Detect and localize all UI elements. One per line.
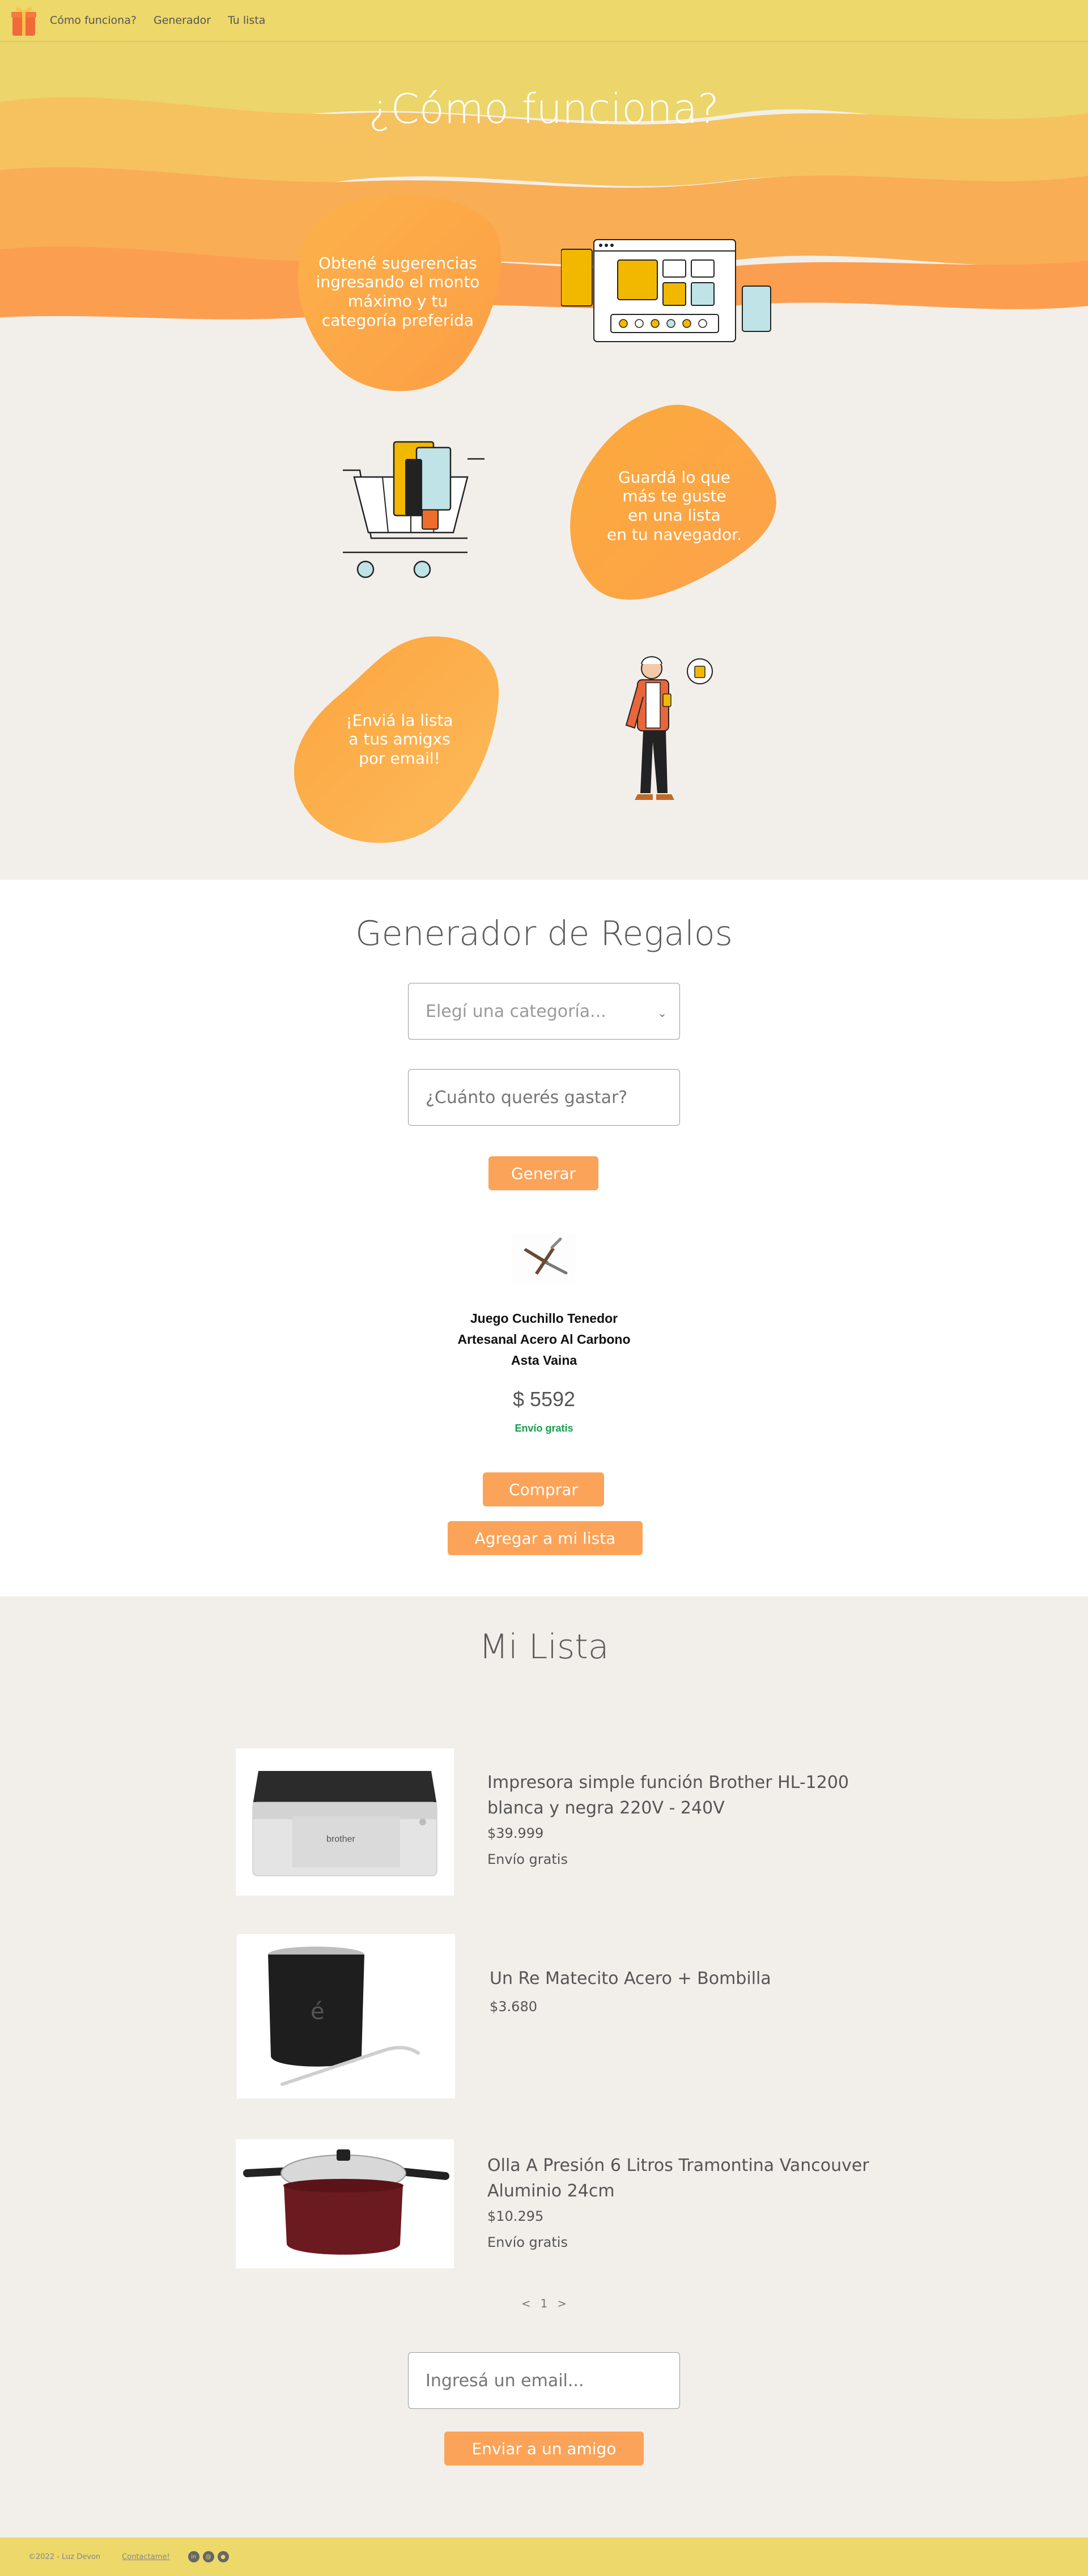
shopping-browser-illustration [561,239,771,342]
add-to-list-button[interactable]: Agregar a mi lista [448,1521,643,1555]
generate-button[interactable]: Generar [488,1156,598,1190]
pager-prev-button[interactable]: < [521,2297,531,2310]
nav-link-generador[interactable]: Generador [154,14,211,27]
step-3-line: ¡Enviá la lista [346,710,453,730]
nav-link-tu-lista[interactable]: Tu lista [228,14,265,27]
amount-input[interactable] [426,1087,652,1108]
amount-field[interactable] [408,1069,680,1126]
mate-image: é [237,1934,455,2098]
step-2-line: en tu navegador. [607,525,742,544]
step-1-line: ingresando el monto [316,272,480,292]
printer-image: brother [236,1748,454,1896]
pager-next-button[interactable]: > [557,2297,567,2310]
pagination: < 1 > [521,2297,567,2310]
product-name-line: Asta Vaina [511,1352,577,1368]
category-select-value: Elegí una categoría... [426,1001,606,1021]
nav-link-como-funciona[interactable]: Cómo funciona? [50,14,137,27]
list-item-name: Impresora simple función Brother HL-1200… [487,1770,895,1821]
list-item-price: $39.999 [487,1825,544,1841]
product-thumbnail [512,1233,576,1284]
list-item-name: Un Re Matecito Acero + Bombilla [490,1966,898,1991]
product-name-line: Artesanal Acero Al Carbono [457,1331,631,1347]
list-item-name-line: blanca y negra 220V - 240V [487,1798,725,1818]
howto-title: ¿Cómo funciona? [368,85,720,133]
pressure-cooker-image [236,2139,454,2268]
step-3-blob: ¡Enviá la lista a tus amigxs por email! [292,635,507,844]
product-name: Juego Cuchillo Tenedor Artesanal Acero A… [431,1308,657,1370]
linkedin-icon[interactable]: in [188,2551,199,2562]
list-item-shipping: Envío gratis [487,1851,568,1867]
step-1-line: categoría preferida [321,310,474,330]
list-item-price: $10.295 [487,2208,544,2224]
generator-title: Generador de Regalos [355,914,733,953]
email-input[interactable] [426,2370,652,2391]
step-1-line: Obtené sugerencias [318,253,477,272]
list-item-shipping: Envío gratis [487,2234,568,2250]
list-item-name-line: Un Re Matecito Acero + Bombilla [490,1969,771,1989]
hero-waves [0,0,1088,320]
buy-button[interactable]: Comprar [483,1472,604,1506]
list-item-name: Olla A Presión 6 Litros Tramontina Vanco… [487,2153,895,2204]
email-field[interactable] [408,2352,680,2409]
step-2-line: más te guste [622,487,726,506]
product-shipping: Envío gratis [515,1423,573,1434]
step-2-line: Guardá lo que [618,467,730,487]
footer: ©2022 - Luz Devon Contactame! in @ ● [0,2537,1088,2576]
mi-lista-section: Mi Lista brother Impresora simple funció… [0,1596,1088,2537]
chevron-down-icon: ⌄ [657,1006,667,1020]
lista-title: Mi Lista [479,1627,609,1667]
howto-section: ¿Cómo funciona? Obtené sugerencias ingre… [0,0,1088,880]
svg-text:é: é [311,1999,325,2025]
generator-section: Generador de Regalos Elegí una categoría… [0,880,1088,1596]
step-2-line: en una lista [628,506,721,525]
contact-link[interactable]: Contactame! [122,2553,169,2561]
gift-icon[interactable] [10,4,37,37]
list-item-name-line: Impresora simple función Brother HL-1200 [487,1773,849,1792]
step-1-blob: Obtené sugerencias ingresando el monto m… [290,190,505,394]
printer-brand: brother [326,1834,355,1844]
shopping-cart-illustration [343,441,484,578]
send-to-friend-button[interactable]: Enviar a un amigo [444,2432,644,2466]
email-icon[interactable]: @ [202,2551,214,2562]
footer-copyright: ©2022 - Luz Devon [28,2552,101,2561]
navbar: Cómo funciona? Generador Tu lista [0,0,1088,41]
list-item-name-line: Olla A Presión 6 Litros Tramontina Vanco… [487,2156,869,2175]
list-item-name-line: Aluminio 24cm [487,2181,615,2201]
category-select[interactable]: Elegí una categoría... ⌄ [408,983,680,1040]
pager-current-page[interactable]: 1 [541,2297,548,2310]
step-1-line: máximo y tu [347,292,448,310]
step-3-line: a tus amigxs [348,730,450,749]
step-2-blob: Guardá lo que más te guste en una lista … [567,401,782,611]
github-icon[interactable]: ● [217,2551,229,2562]
product-price: $ 5592 [512,1387,576,1411]
list-item-price: $3.680 [490,1999,537,2015]
product-name-line: Juego Cuchillo Tenedor [470,1311,618,1326]
step-3-line: por email! [359,748,440,768]
person-with-phone-illustration [625,656,713,800]
